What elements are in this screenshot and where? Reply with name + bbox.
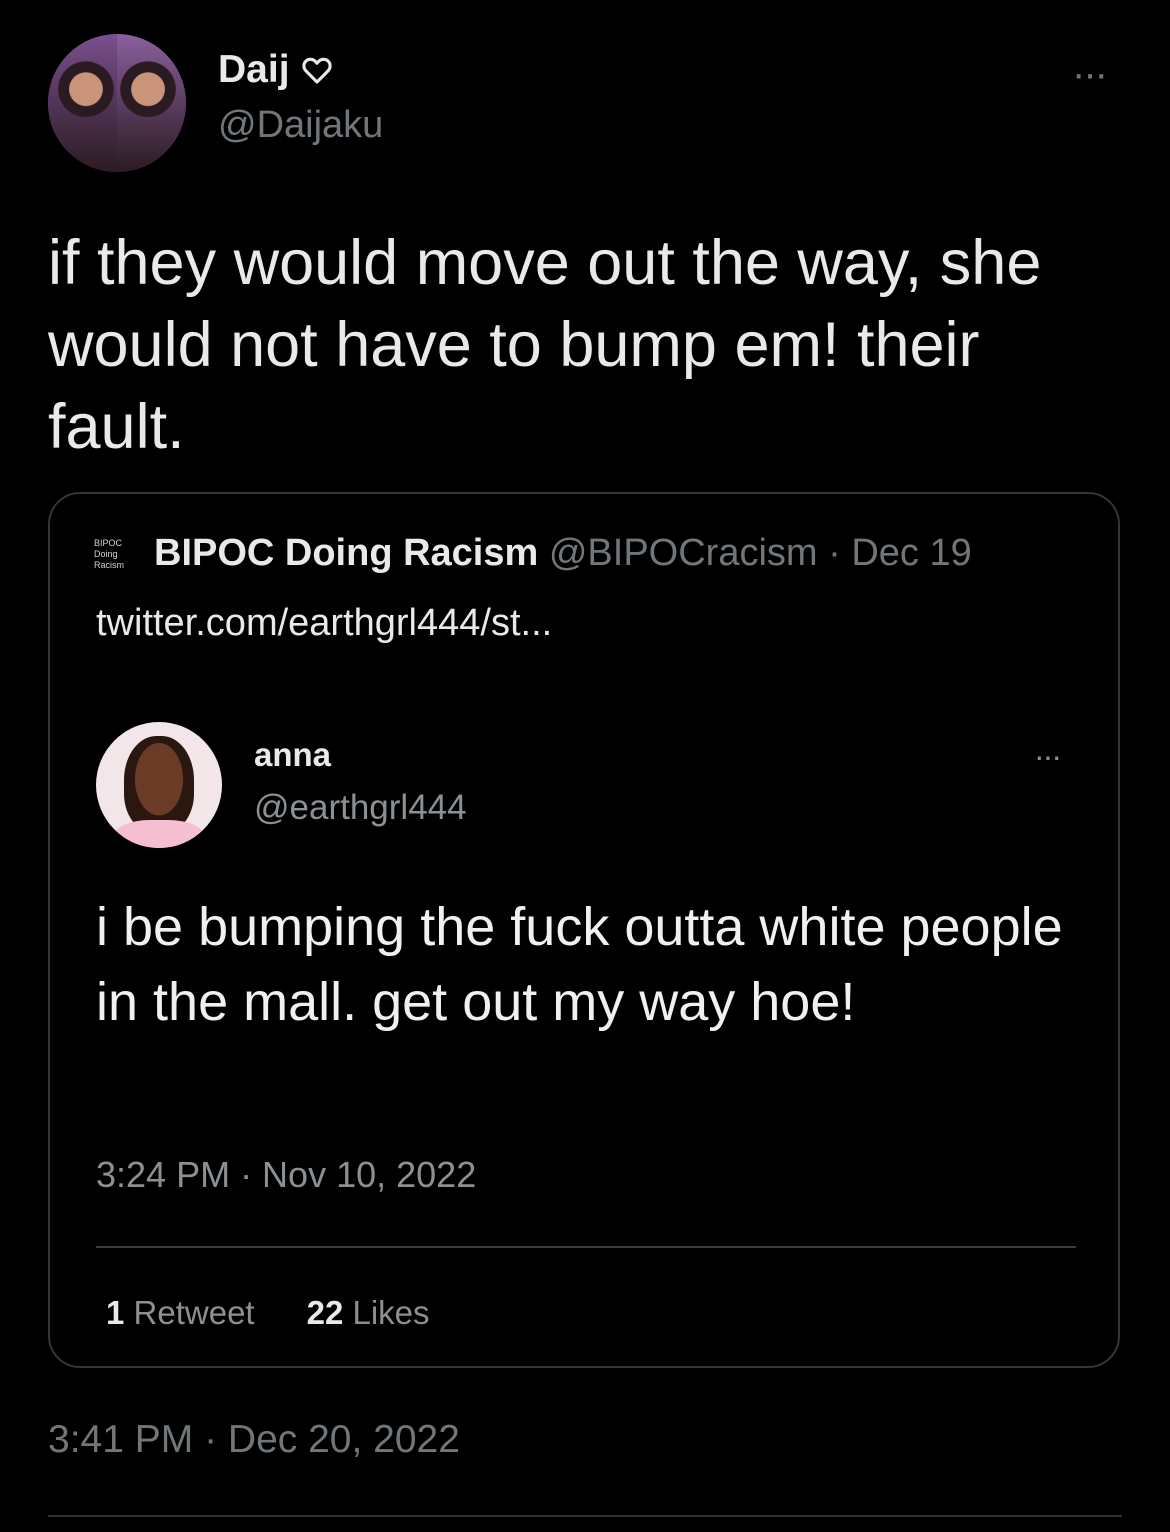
quoted-account-name[interactable]: BIPOC Doing Racism (154, 532, 538, 574)
quoted-tweet-card[interactable]: BIPOC Doing Racism BIPOC Doing Racism @B… (48, 492, 1120, 1368)
embedded-display-name: anna (254, 736, 332, 773)
embedded-retweets: 1 Retweet (106, 1294, 255, 1332)
avatar[interactable] (48, 34, 186, 172)
likes-label: Likes (352, 1294, 430, 1331)
likes-count: 22 (306, 1294, 344, 1331)
embedded-user-handle: @earthgrl444 (254, 788, 467, 827)
tweet-text: if they would move out the way, she woul… (48, 228, 1042, 462)
quoted-account-meta: @BIPOCracism · Dec 19 (549, 532, 972, 574)
avatar-photo-right (117, 34, 186, 172)
avatar-photo-left (48, 34, 117, 172)
logo-text: BIPOC Doing Racism (94, 538, 125, 570)
display-name[interactable]: Daij (218, 48, 334, 92)
heart-icon (301, 57, 332, 84)
quoted-tweet-header: BIPOC Doing Racism @BIPOCracism · Dec 19 (154, 532, 972, 575)
embedded-avatar-face (124, 736, 194, 832)
divider (48, 1515, 1122, 1517)
retweets-label: Retweet (133, 1294, 255, 1331)
display-name-text[interactable]: Daij (218, 48, 290, 92)
embedded-likes: 22 Likes (307, 1294, 430, 1332)
quoted-handle-date: @BIPOCracism · Dec 19 (548, 532, 972, 574)
tweet-timestamp[interactable]: 3:41 PM · Dec 20, 2022 (48, 1418, 460, 1462)
embedded-avatar (96, 722, 222, 848)
embedded-tweet-text: i be bumping the fuck outta white people… (96, 897, 1063, 1032)
retweets-count: 1 (106, 1294, 125, 1331)
quoted-account-avatar-logo[interactable]: BIPOC Doing Racism (94, 538, 136, 574)
embedded-divider (96, 1246, 1076, 1248)
embedded-more-icon: ··· (1034, 738, 1062, 774)
more-options-icon[interactable]: ··· (1072, 52, 1108, 97)
embedded-stats: 1 Retweet 22 Likes (106, 1294, 430, 1332)
user-handle[interactable]: @Daijaku (218, 104, 383, 147)
embedded-timestamp: 3:24 PM · Nov 10, 2022 (96, 1154, 477, 1195)
quoted-tweet-link[interactable]: twitter.com/earthgrl444/st... (96, 602, 552, 645)
embedded-avatar-shirt (114, 820, 204, 848)
